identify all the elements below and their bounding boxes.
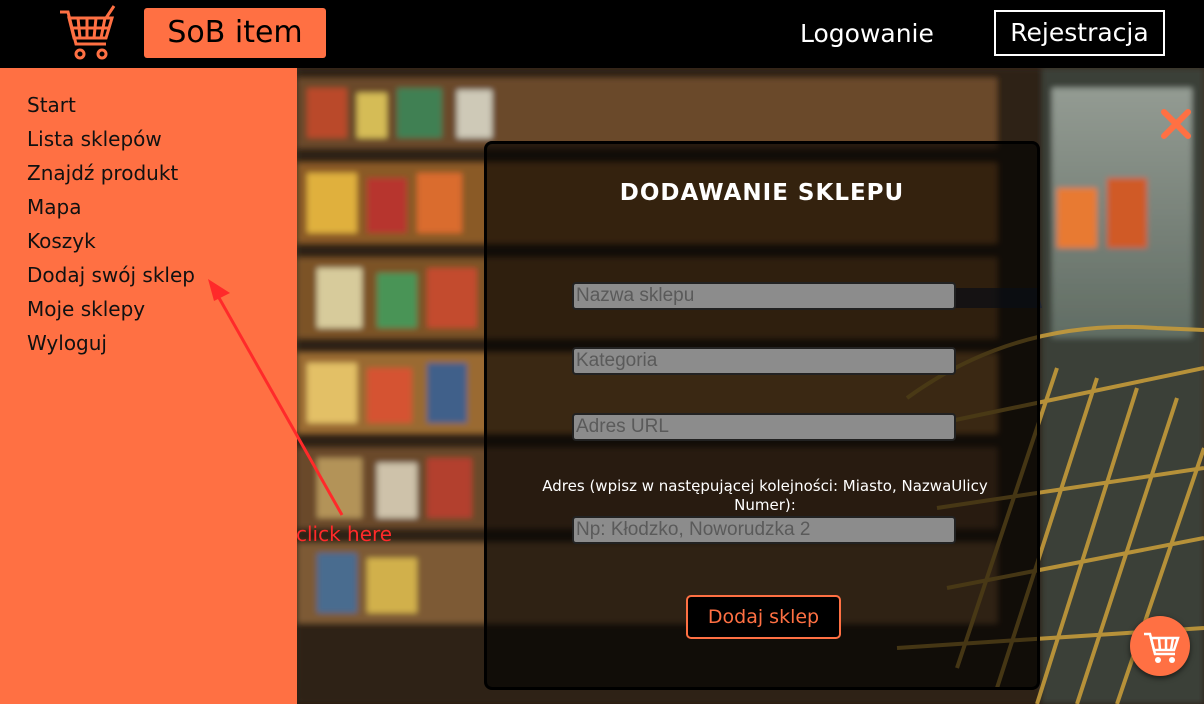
add-shop-modal: DODAWANIE SKLEPU Adres (wpisz w następuj… <box>484 141 1040 690</box>
login-link[interactable]: Logowanie <box>800 14 934 54</box>
url-input[interactable] <box>572 413 956 441</box>
sidebar-item-add-shop[interactable]: Dodaj swój sklep <box>27 260 195 290</box>
floating-cart-button[interactable] <box>1130 616 1190 676</box>
add-shop-button[interactable]: Dodaj sklep <box>686 595 841 639</box>
sidebar-item-logout[interactable]: Wyloguj <box>27 328 107 358</box>
sidebar-item-shop-list[interactable]: Lista sklepów <box>27 124 162 154</box>
sidebar-item-start[interactable]: Start <box>27 90 76 120</box>
annotation-text: click here <box>296 522 393 546</box>
shop-name-input[interactable] <box>572 282 956 310</box>
shopping-cart-icon <box>1144 632 1180 663</box>
address-label: Adres (wpisz w następującej kolejności: … <box>542 477 988 514</box>
sidebar-item-cart[interactable]: Koszyk <box>27 226 96 256</box>
brand-button[interactable]: SoB item <box>144 8 326 58</box>
close-icon[interactable] <box>1158 106 1194 142</box>
address-input[interactable] <box>572 516 956 544</box>
register-button[interactable]: Rejestracja <box>994 10 1165 56</box>
top-header: SoB item Logowanie Rejestracja <box>0 0 1204 68</box>
annotation-arrow <box>208 279 344 516</box>
shopping-cart-icon[interactable] <box>54 4 118 64</box>
sidebar-item-my-shops[interactable]: Moje sklepy <box>27 294 145 324</box>
category-input[interactable] <box>572 347 956 375</box>
modal-title: DODAWANIE SKLEPU <box>619 180 905 206</box>
sidebar-item-find-product[interactable]: Znajdź produkt <box>27 158 178 188</box>
sidebar-item-map[interactable]: Mapa <box>27 192 81 222</box>
